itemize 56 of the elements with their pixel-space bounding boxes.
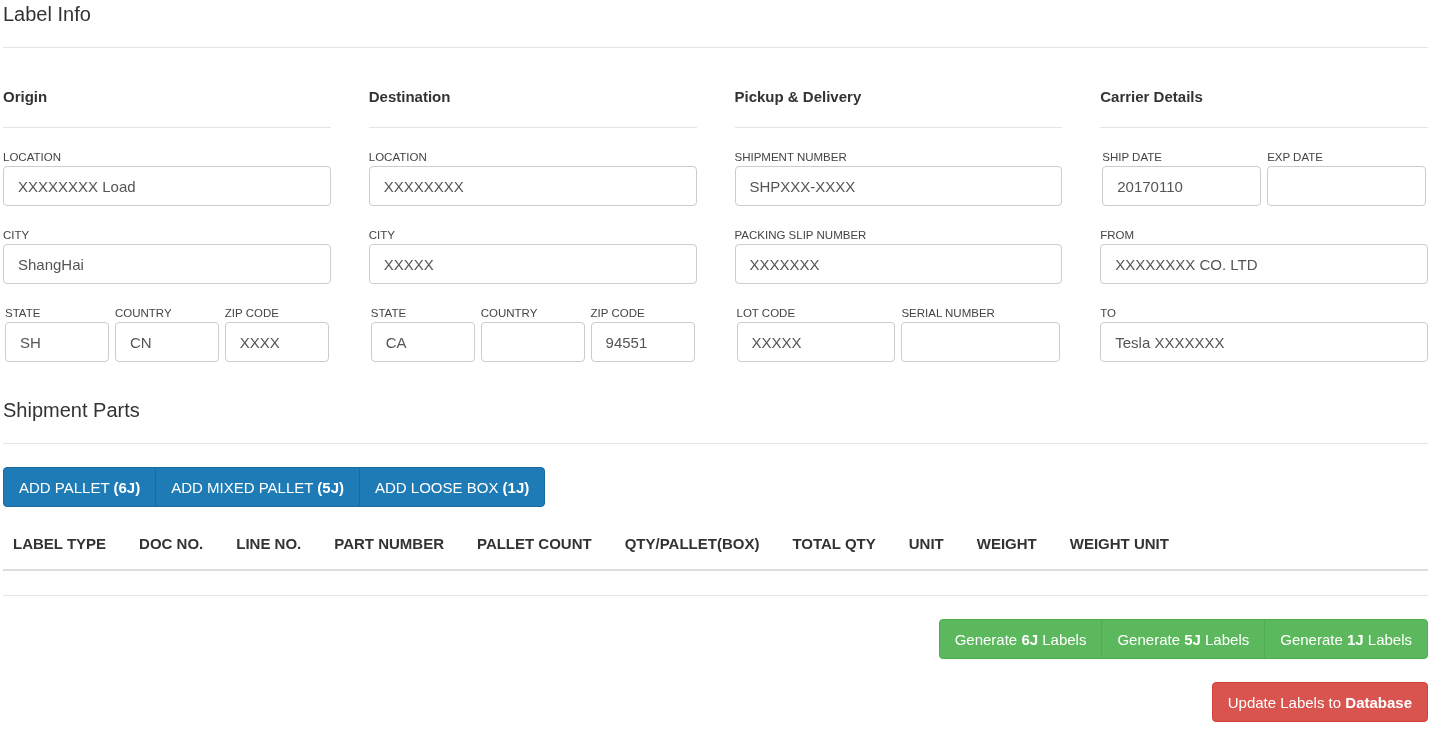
field-label: SHIP DATE bbox=[1102, 150, 1163, 164]
field-label: COUNTRY bbox=[480, 306, 539, 320]
field-label: STATE bbox=[5, 306, 42, 320]
column-header: WEIGHT bbox=[976, 535, 1038, 552]
field-label: PACKING SLIP NUMBER bbox=[734, 228, 868, 242]
field-label: EXP DATE bbox=[1267, 150, 1324, 164]
column-heading: Destination bbox=[368, 88, 452, 106]
input-field[interactable]: SHPXXX-XXXX bbox=[734, 166, 1063, 206]
section-title: Label Info bbox=[3, 2, 92, 26]
add-button[interactable]: ADD LOOSE BOX (1J) bbox=[359, 467, 546, 507]
field-label: TO bbox=[1100, 306, 1117, 320]
input-field[interactable]: XXXXXXXX bbox=[368, 166, 697, 206]
field-label: CITY bbox=[3, 228, 31, 242]
column-header: DOC NO. bbox=[139, 535, 205, 552]
input-field[interactable]: CA bbox=[370, 322, 475, 362]
field-label: SERIAL NUMBER bbox=[901, 306, 996, 320]
field-label: CITY bbox=[368, 228, 396, 242]
input-field[interactable]: 20170110 bbox=[1102, 166, 1262, 206]
column-header: QTY/PALLET(BOX) bbox=[624, 535, 761, 552]
input-field[interactable]: Tesla XXXXXXX bbox=[1100, 322, 1428, 362]
field-label: COUNTRY bbox=[114, 306, 173, 320]
input-field[interactable]: XXXX bbox=[224, 322, 329, 362]
field-label: SHIPMENT NUMBER bbox=[734, 150, 848, 164]
column-header: PART NUMBER bbox=[334, 535, 445, 552]
input-field[interactable]: XXXXXXXX Load bbox=[3, 166, 331, 206]
field-label: ZIP CODE bbox=[224, 306, 280, 320]
input-field[interactable]: CN bbox=[114, 322, 219, 362]
section-title: Shipment Parts bbox=[3, 398, 141, 422]
column-header: TOTAL QTY bbox=[792, 535, 877, 552]
column-header: LABEL TYPE bbox=[13, 535, 108, 552]
input-field[interactable]: ShangHai bbox=[3, 244, 331, 284]
column-heading: Carrier Details bbox=[1100, 88, 1204, 106]
column-header: UNIT bbox=[908, 535, 945, 552]
input-field[interactable]: XXXXX bbox=[368, 244, 697, 284]
column-header: WEIGHT UNIT bbox=[1069, 535, 1170, 552]
input-field[interactable] bbox=[1267, 166, 1426, 206]
update-database-button[interactable]: Update Labels to Database bbox=[1211, 682, 1428, 722]
input-field[interactable]: XXXXXXX bbox=[734, 244, 1063, 284]
add-button[interactable]: ADD PALLET (6J) bbox=[3, 467, 157, 507]
field-label: ZIP CODE bbox=[590, 306, 646, 320]
field-label: STATE bbox=[370, 306, 408, 320]
input-field[interactable] bbox=[480, 322, 585, 362]
input-field[interactable]: 94551 bbox=[590, 322, 695, 362]
field-label: FROM bbox=[1100, 228, 1136, 242]
field-label: LOCATION bbox=[368, 150, 428, 164]
column-heading: Origin bbox=[3, 88, 49, 106]
input-field[interactable]: XXXXX bbox=[736, 322, 896, 362]
input-field[interactable] bbox=[901, 322, 1061, 362]
column-header: PALLET COUNT bbox=[477, 535, 593, 552]
add-button[interactable]: ADD MIXED PALLET (5J) bbox=[155, 467, 360, 507]
column-header: LINE NO. bbox=[236, 535, 303, 552]
input-field[interactable]: SH bbox=[5, 322, 109, 362]
field-label: LOCATION bbox=[3, 150, 62, 164]
field-label: LOT CODE bbox=[736, 306, 797, 320]
input-field[interactable]: XXXXXXXX CO. LTD bbox=[1100, 244, 1428, 284]
column-heading: Pickup & Delivery bbox=[734, 88, 863, 106]
